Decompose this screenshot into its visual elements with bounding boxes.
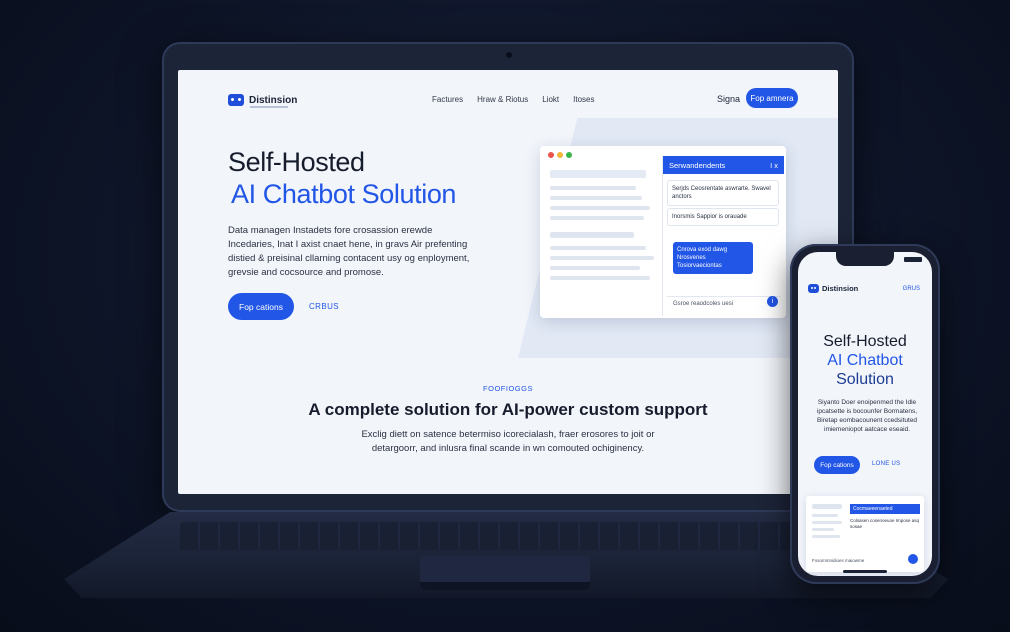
battery-icon [904, 257, 922, 262]
brand-tagline-line [250, 106, 288, 108]
phone-frame: Distinsion GRUS Self-Hosted AI Chatbot S… [790, 244, 940, 584]
nav-link-docs[interactable]: Itoses [573, 95, 594, 104]
placeholder-bar [812, 521, 842, 524]
robot-logo-icon [228, 94, 244, 106]
hero-title-line2: AI Chatbot Solution [231, 179, 457, 209]
placeholder-bar [550, 276, 650, 280]
phone-hero-description: Siyanto Doer enoipenmed the Idle ipcatse… [816, 399, 918, 433]
chat-header-title: Serwandendents [669, 160, 726, 170]
hero-primary-button[interactable]: Fop cations [228, 293, 294, 320]
close-dot-icon [548, 152, 554, 158]
laptop-screen: Distinsion Factures Hraw & Riotus Liokt … [178, 70, 838, 494]
phone-brand-name: Distinsion [822, 284, 859, 293]
phone-chat-message: Colsasen cosenoeuoe Impose asq sosae [850, 518, 920, 529]
brand-name: Distinsion [249, 94, 298, 106]
signin-link[interactable]: Signa [717, 94, 740, 104]
placeholder-bar [550, 256, 654, 260]
phone-primary-button[interactable]: Fop cations [814, 456, 860, 474]
camera-dot [506, 52, 512, 58]
phone-title-line2: AI Chatbot [827, 352, 903, 369]
phone-chat-mockup: Cocmaeeenaeted Colsasen cosenoeuoe Impos… [806, 496, 924, 572]
nav-links: Factures Hraw & Riotus Liokt Itoses [432, 95, 595, 104]
laptop-trackpad [420, 556, 590, 584]
placeholder-bar [550, 246, 646, 250]
nav-link-features[interactable]: Factures [432, 95, 463, 104]
nav-cta-button[interactable]: Fop amnera [746, 88, 798, 108]
send-icon[interactable] [908, 554, 918, 564]
placeholder-bar [812, 514, 838, 517]
minimize-dot-icon [557, 152, 563, 158]
chat-header: Serwandendents I x [663, 156, 784, 174]
features-description: Exclig diett on satence betermiso icorec… [361, 429, 655, 454]
phone-chat-input[interactable]: Fosommnidioes maiowme [812, 558, 864, 563]
chat-reply-bubble: Cnrova exod dawg Nrosvenes Tosiorvaecion… [673, 242, 753, 274]
chat-input[interactable]: Gsroe reaodcoles uesi [667, 296, 781, 310]
hero-description: Data managen Instadets fore crosassion e… [228, 225, 470, 278]
placeholder-bar [550, 216, 644, 220]
laptop-base-lip [420, 582, 590, 590]
placeholder-bar [550, 186, 636, 190]
chat-message: Inorsmis Sappior is orauade [667, 208, 779, 226]
placeholder-bar [812, 504, 842, 509]
phone-title-line1: Self-Hosted [823, 333, 907, 350]
placeholder-bar [550, 266, 640, 270]
chat-message: Serjds Ceosrentate aswrarte. Swavel anct… [667, 180, 779, 206]
laptop-keyboard [180, 522, 830, 550]
brand-logo[interactable]: Distinsion [228, 94, 298, 108]
hero-secondary-link[interactable]: CRBUS [309, 302, 339, 311]
robot-logo-icon [808, 284, 819, 293]
top-navbar: Distinsion Factures Hraw & Riotus Liokt … [178, 70, 838, 126]
nav-link-how-it-works[interactable]: Hraw & Riotus [477, 95, 528, 104]
chat-app-mockup: Serwandendents I x Serjds Ceosrentate as… [540, 146, 786, 318]
nav-link-pricing[interactable]: Liokt [542, 95, 559, 104]
phone-notch [836, 252, 894, 266]
placeholder-bar [550, 170, 646, 178]
chat-widget: Serwandendents I x Serjds Ceosrentate as… [662, 156, 784, 316]
placeholder-bar [812, 528, 834, 531]
phone-brand-logo[interactable]: Distinsion [808, 284, 858, 293]
features-kicker: FOOFIOGGS [483, 384, 533, 393]
maximize-dot-icon [566, 152, 572, 158]
phone-title-line3: Solution [836, 371, 894, 388]
phone-chat-header: Cocmaeeenaeted [850, 504, 920, 514]
placeholder-bar [550, 206, 650, 210]
placeholder-bar [812, 535, 840, 538]
info-icon[interactable]: i [767, 296, 778, 307]
laptop-frame: Distinsion Factures Hraw & Riotus Liokt … [162, 42, 854, 512]
window-controls [548, 152, 572, 158]
phone-secondary-link[interactable]: LONE US [872, 461, 900, 467]
hero-title-line1: Self-Hosted [228, 147, 365, 177]
features-title: A complete solution for AI-power custom … [308, 400, 708, 419]
phone-screen: Distinsion GRUS Self-Hosted AI Chatbot S… [798, 252, 932, 576]
phone-hero-title: Self-Hosted AI Chatbot Solution [798, 332, 932, 389]
phone-nav-link[interactable]: GRUS [903, 286, 920, 292]
hero-title: Self-Hosted AI Chatbot Solution [228, 146, 456, 210]
placeholder-bar [550, 232, 634, 238]
home-indicator [843, 570, 887, 573]
placeholder-bar [550, 196, 642, 200]
chat-close-icon[interactable]: I x [770, 161, 778, 170]
